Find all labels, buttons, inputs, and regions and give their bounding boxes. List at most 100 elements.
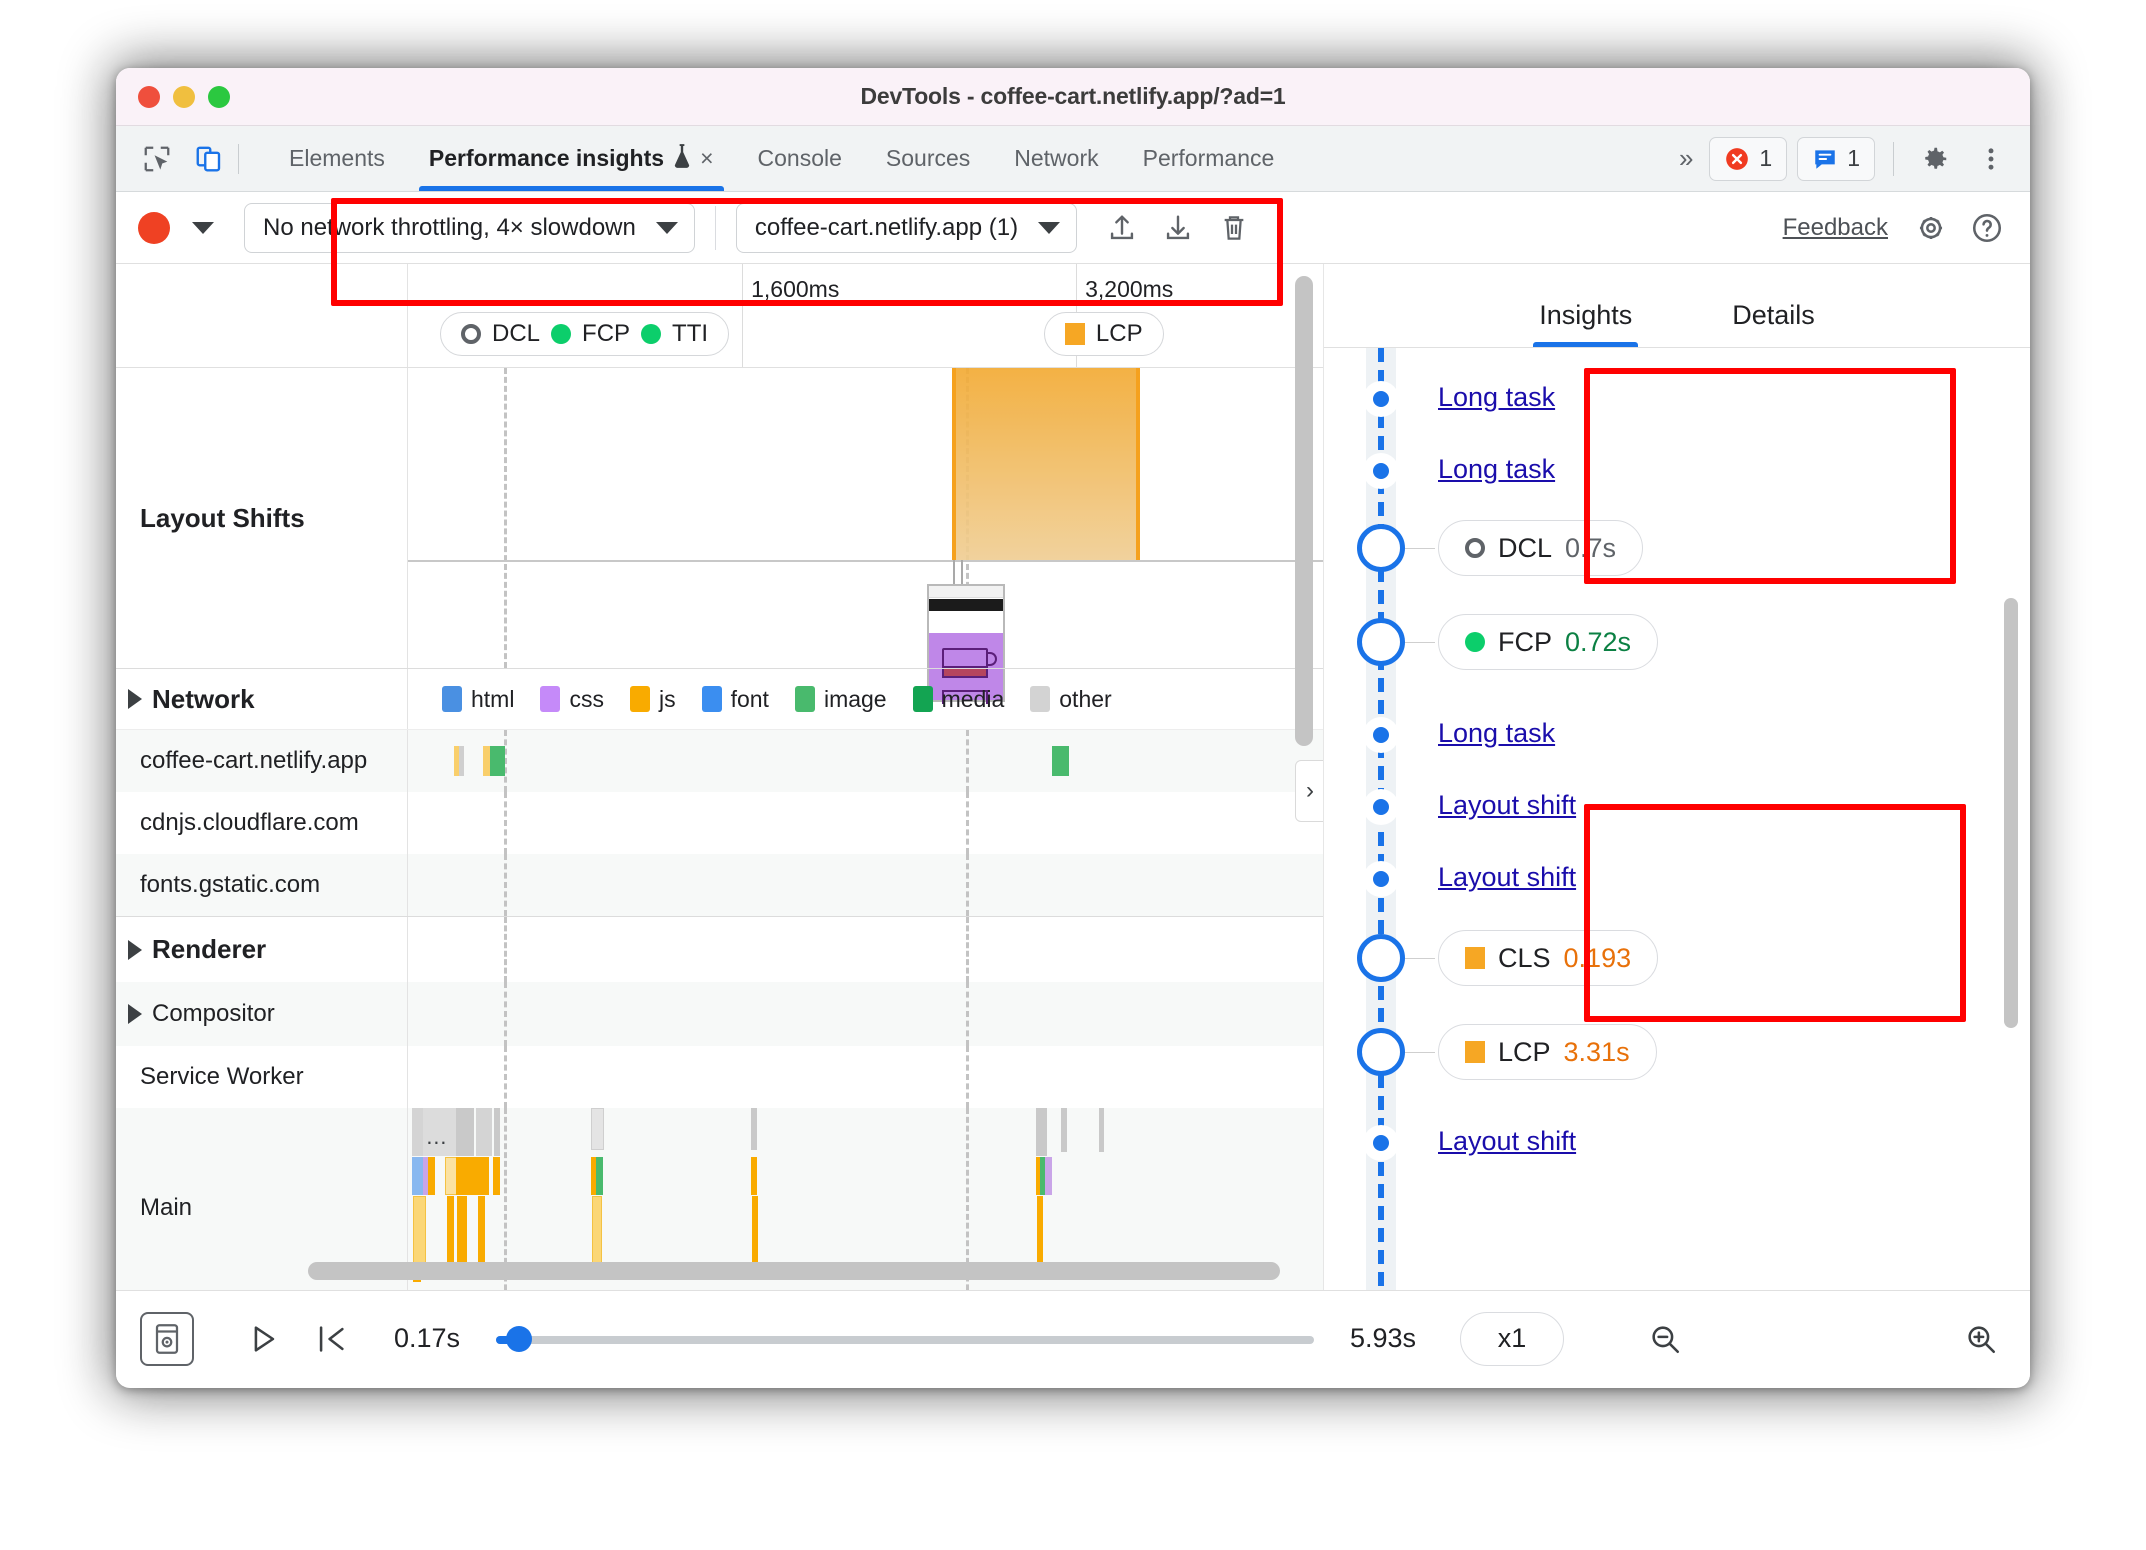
upload-icon[interactable] <box>1099 205 1145 251</box>
flame-subtask[interactable] <box>457 1196 468 1270</box>
tab-details[interactable]: Details <box>1732 300 1815 347</box>
timeline-vertical-scrollbar[interactable] <box>1295 276 1313 1156</box>
filmstrip-icon[interactable] <box>140 1311 194 1366</box>
flame-subtask[interactable] <box>752 1196 759 1270</box>
kebab-menu-icon[interactable] <box>1968 136 2014 182</box>
inspect-element-icon[interactable] <box>134 136 180 182</box>
service-worker-canvas[interactable] <box>408 1046 1323 1108</box>
expand-triangle-icon[interactable] <box>128 1004 142 1024</box>
network-row-fonts[interactable]: fonts.gstatic.com <box>116 854 1323 916</box>
record-button[interactable] <box>138 211 170 244</box>
lcp-shift-band[interactable] <box>952 368 1140 562</box>
expand-triangle-icon[interactable] <box>128 939 142 960</box>
flame-subtask[interactable] <box>1036 1196 1043 1270</box>
layout-shifts-canvas[interactable] <box>408 368 1323 704</box>
flame-task[interactable] <box>465 1108 474 1156</box>
zoom-in-icon[interactable] <box>1958 1316 2004 1362</box>
tab-console[interactable]: Console <box>736 126 864 191</box>
insight-link-long-task[interactable]: Long task <box>1438 454 1555 485</box>
trash-icon[interactable] <box>1211 205 1257 251</box>
request-bar-js[interactable] <box>483 746 491 776</box>
track-row-network-header[interactable]: Network html css js font image media oth… <box>116 668 1323 730</box>
track-row-renderer[interactable]: Renderer <box>116 916 1323 982</box>
track-row-layout-shifts[interactable]: Layout Shifts <box>116 368 1323 704</box>
tab-performance[interactable]: Performance <box>1121 126 1297 191</box>
track-label-layout-shifts[interactable]: Layout Shifts <box>116 368 408 668</box>
playback-slider-knob[interactable] <box>506 1325 533 1352</box>
network-row-coffee-cart[interactable]: coffee-cart.netlify.app <box>116 730 1323 792</box>
close-tab-icon[interactable]: × <box>700 145 713 172</box>
flame-subtask[interactable] <box>1044 1157 1052 1195</box>
timeline-vscroll-thumb[interactable] <box>1295 276 1313 746</box>
sidebar-collapse-toggle[interactable]: › <box>1295 760 1323 822</box>
tab-network[interactable]: Network <box>992 126 1120 191</box>
network-row-canvas-fonts[interactable] <box>408 854 1323 916</box>
track-row-service-worker[interactable]: Service Worker <box>116 1046 1323 1108</box>
network-row-canvas-coffee-cart[interactable] <box>408 730 1323 792</box>
flame-task[interactable] <box>751 1108 758 1150</box>
insight-link-layout-shift[interactable]: Layout shift <box>1438 862 1576 893</box>
playback-slider[interactable] <box>496 1325 1314 1352</box>
insight-pill-fcp[interactable]: FCP 0.72s <box>1438 614 1659 670</box>
timeline-hscroll-thumb[interactable] <box>308 1262 1280 1280</box>
timeline-pane[interactable]: 1,600ms 3,200ms DCL FCP TTI LCP Layout S… <box>116 264 1324 1290</box>
help-circle-icon[interactable] <box>1964 205 2010 251</box>
gear-icon[interactable] <box>1912 136 1958 182</box>
insight-pill-cls[interactable]: CLS 0.193 <box>1438 930 1659 986</box>
tab-performance-insights[interactable]: Performance insights × <box>407 126 736 191</box>
flame-task[interactable] <box>1098 1108 1104 1152</box>
flame-task[interactable] <box>1035 1108 1047 1156</box>
insight-pill-dcl[interactable]: DCL 0.7s <box>1438 520 1644 576</box>
insight-pill-lcp[interactable]: LCP 3.31s <box>1438 1024 1657 1080</box>
zoom-slider[interactable] <box>1720 1333 1926 1345</box>
insights-vertical-scrollbar[interactable] <box>2004 598 2018 1028</box>
insight-link-layout-shift[interactable]: Layout shift <box>1438 1126 1576 1157</box>
flame-subtask[interactable] <box>591 1196 602 1270</box>
flame-subtask[interactable] <box>493 1157 501 1195</box>
request-bar-image-late[interactable] <box>1052 746 1070 776</box>
flame-subtask[interactable] <box>596 1157 604 1195</box>
download-icon[interactable] <box>1155 205 1201 251</box>
flame-task[interactable] <box>475 1108 492 1156</box>
flame-subtask[interactable] <box>428 1157 436 1195</box>
expand-triangle-icon[interactable] <box>128 689 142 709</box>
request-bar-image[interactable] <box>490 746 506 776</box>
zoom-out-icon[interactable] <box>1642 1316 1688 1362</box>
track-row-compositor[interactable]: Compositor <box>116 982 1323 1046</box>
play-icon[interactable] <box>240 1316 286 1362</box>
network-row-cdnjs[interactable]: cdnjs.cloudflare.com <box>116 792 1323 854</box>
insight-link-layout-shift[interactable]: Layout shift <box>1438 790 1576 821</box>
renderer-canvas[interactable] <box>408 917 1323 982</box>
track-label-network[interactable]: Network <box>116 669 408 729</box>
request-bar-other[interactable] <box>459 746 465 776</box>
tab-insights[interactable]: Insights <box>1533 300 1639 347</box>
page-select[interactable]: coffee-cart.netlify.app (1) <box>735 202 1078 253</box>
flame-subtask[interactable] <box>412 1196 426 1270</box>
insights-list[interactable]: Long task Long task DCL 0.7s FCP 0.72s L… <box>1324 348 2030 1290</box>
insight-link-long-task[interactable]: Long task <box>1438 718 1555 749</box>
flame-subtask[interactable] <box>477 1196 485 1270</box>
error-count-badge[interactable]: 1 <box>1709 136 1788 181</box>
lcp-marker-pill[interactable]: LCP <box>1043 312 1164 356</box>
more-tabs-icon[interactable]: » <box>1669 143 1699 174</box>
playback-speed-pill[interactable]: x1 <box>1460 1311 1564 1366</box>
flame-subtask[interactable] <box>476 1157 489 1195</box>
flame-task[interactable] <box>591 1108 604 1150</box>
feedback-link[interactable]: Feedback <box>1783 214 1888 242</box>
flame-task[interactable] <box>494 1108 500 1156</box>
device-toolbar-icon[interactable] <box>186 136 232 182</box>
gear-icon[interactable] <box>1908 205 1954 251</box>
track-label-renderer[interactable]: Renderer <box>116 917 408 982</box>
jump-to-start-icon[interactable] <box>308 1316 354 1362</box>
compositor-canvas[interactable] <box>408 982 1323 1046</box>
flame-task[interactable] <box>1061 1108 1068 1152</box>
tab-elements[interactable]: Elements <box>267 126 407 191</box>
ruler-canvas[interactable]: 1,600ms 3,200ms DCL FCP TTI LCP <box>408 264 1323 367</box>
dcl-fcp-tti-marker-pill[interactable]: DCL FCP TTI <box>440 312 730 356</box>
record-options-chevron-down-icon[interactable] <box>180 205 226 251</box>
throttling-select[interactable]: No network throttling, 4× slowdown <box>244 202 695 253</box>
timeline-horizontal-scrollbar[interactable] <box>308 1262 1309 1280</box>
network-row-canvas-cdnjs[interactable] <box>408 792 1323 854</box>
tab-sources[interactable]: Sources <box>864 126 992 191</box>
message-count-badge[interactable]: 1 <box>1797 136 1875 181</box>
